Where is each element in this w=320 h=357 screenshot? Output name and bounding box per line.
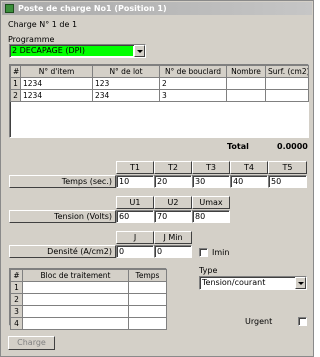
window-title: Poste de charge No1 (Position 1)	[18, 4, 167, 13]
table-row[interactable]: 2	[10, 293, 167, 306]
cell-bloc[interactable]	[22, 281, 129, 294]
bloc-col-header-bloc[interactable]: Bloc de traitement	[22, 269, 129, 282]
t5-input[interactable]: 50	[268, 175, 307, 188]
cell-item[interactable]: 1234	[20, 89, 93, 102]
cell-lot[interactable]: 123	[92, 77, 160, 90]
cell-temps[interactable]	[128, 281, 167, 294]
cell-nombre[interactable]	[226, 77, 266, 90]
densite-label: Densité (A/cm2)	[9, 245, 116, 258]
app-icon	[5, 4, 14, 13]
total-value: 0.0000	[277, 142, 308, 151]
charge-button[interactable]: Charge	[8, 336, 55, 350]
urgent-checkbox[interactable]	[298, 317, 307, 326]
col-header-item[interactable]: N° d'item	[20, 65, 93, 78]
cell-bloc[interactable]	[22, 305, 129, 318]
table-row[interactable]: 2 1234 234 3	[10, 89, 309, 102]
densite-header-jmin: J Min	[154, 231, 192, 244]
cell-lot[interactable]: 234	[92, 89, 160, 102]
temps-header-t3: T3	[192, 161, 230, 174]
bloc-grid[interactable]: # Bloc de traitement Temps 1 2 3 4	[9, 268, 167, 330]
cell-temps[interactable]	[128, 317, 167, 330]
cell-bouclard[interactable]: 3	[159, 89, 227, 102]
col-header-surf[interactable]: Surf. (cm2)	[265, 65, 309, 78]
table-row[interactable]: 4	[10, 317, 167, 330]
tension-header-umax: Umax	[192, 196, 230, 209]
row-number: 2	[10, 293, 23, 306]
table-row[interactable]: 3	[10, 305, 167, 318]
t4-input[interactable]: 40	[230, 175, 268, 188]
dialog-window: Poste de charge No1 (Position 1) Charge …	[0, 0, 314, 357]
densite-header-j: J	[116, 231, 154, 244]
total-label: Total	[227, 142, 249, 151]
u1-input[interactable]: 60	[116, 210, 154, 223]
col-header-lot[interactable]: N° de lot	[92, 65, 160, 78]
row-number: 1	[10, 77, 21, 90]
bloc-table: # Bloc de traitement Temps 1 2 3 4	[10, 269, 167, 330]
bloc-col-header-temps[interactable]: Temps	[128, 269, 167, 282]
col-header-bouclard[interactable]: N° de bouclard	[159, 65, 227, 78]
cell-temps[interactable]	[128, 305, 167, 318]
programme-label: Programme	[8, 35, 55, 44]
items-table: # N° d'item N° de lot N° de bouclard Nom…	[10, 65, 309, 102]
cell-temps[interactable]	[128, 293, 167, 306]
type-value: Tension/courant	[202, 278, 266, 287]
title-bar[interactable]: Poste de charge No1 (Position 1)	[2, 2, 312, 15]
t2-input[interactable]: 20	[154, 175, 192, 188]
t3-input[interactable]: 30	[192, 175, 230, 188]
u2-input[interactable]: 70	[154, 210, 192, 223]
type-select[interactable]: Tension/courant	[199, 276, 307, 290]
umax-input[interactable]: 80	[192, 210, 230, 223]
cell-surf[interactable]	[265, 77, 309, 90]
items-grid[interactable]: # N° d'item N° de lot N° de bouclard Nom…	[9, 64, 309, 138]
imin-label: Imin	[212, 248, 230, 257]
cell-nombre[interactable]	[226, 89, 266, 102]
row-number: 1	[10, 281, 23, 294]
temps-header-t4: T4	[230, 161, 268, 174]
cell-bloc[interactable]	[22, 293, 129, 306]
chevron-down-icon[interactable]	[295, 277, 306, 289]
temps-header-t5: T5	[268, 161, 307, 174]
cell-item[interactable]: 1234	[20, 77, 93, 90]
col-header-num: #	[10, 65, 21, 78]
urgent-label: Urgent	[245, 317, 273, 326]
temps-label: Temps (sec.)	[9, 175, 116, 188]
charge-counter: Charge N° 1 de 1	[8, 20, 78, 29]
jmin-input[interactable]: 0	[154, 245, 192, 258]
row-number: 4	[10, 317, 23, 330]
tension-label: Tension (Volts)	[9, 210, 116, 223]
items-header-row: # N° d'item N° de lot N° de bouclard Nom…	[10, 65, 309, 78]
tension-header-u2: U2	[154, 196, 192, 209]
type-label: Type	[199, 266, 218, 275]
programme-select[interactable]: 2 DECAPAGE (DPI)	[9, 44, 146, 58]
bloc-col-header-num: #	[10, 269, 23, 282]
t1-input[interactable]: 10	[116, 175, 154, 188]
cell-bouclard[interactable]: 2	[159, 77, 227, 90]
j-input[interactable]: 0	[116, 245, 154, 258]
programme-value: 2 DECAPAGE (DPI)	[12, 46, 85, 55]
chevron-down-icon[interactable]	[134, 45, 145, 57]
col-header-nombre[interactable]: Nombre	[226, 65, 266, 78]
cell-surf[interactable]	[265, 89, 309, 102]
temps-header-t1: T1	[116, 161, 154, 174]
row-number: 3	[10, 305, 23, 318]
temps-header-t2: T2	[154, 161, 192, 174]
imin-checkbox[interactable]	[199, 248, 208, 257]
table-row[interactable]: 1	[10, 281, 167, 294]
bloc-header-row: # Bloc de traitement Temps	[10, 269, 167, 282]
tension-header-u1: U1	[116, 196, 154, 209]
row-number: 2	[10, 89, 21, 102]
table-row[interactable]: 1 1234 123 2	[10, 77, 309, 90]
cell-bloc[interactable]	[22, 317, 129, 330]
